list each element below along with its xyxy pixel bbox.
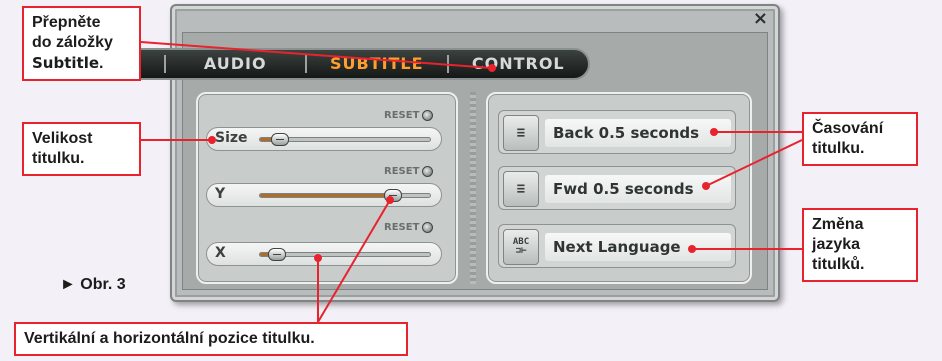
callout-line: Změna <box>812 216 864 233</box>
callout-line: jazyka <box>812 236 861 253</box>
callout-line: Velikost <box>32 130 93 147</box>
callout-line: titulků. <box>812 256 865 273</box>
leader-forward <box>705 139 803 187</box>
leader-tab <box>140 41 493 69</box>
leader-dot <box>688 245 696 253</box>
leader-dot <box>314 254 322 262</box>
callout-language: Změna jazyka titulků. <box>802 208 918 282</box>
callout-line: Časování <box>812 120 884 137</box>
callout-line-tail: . <box>99 55 104 72</box>
leader-dot <box>710 128 718 136</box>
callout-line: Přepněte <box>32 14 101 31</box>
callout-line: Subtitle. <box>32 53 131 74</box>
figure-label: ► Obr. 3 <box>60 276 126 293</box>
callout-line: titulku. <box>32 150 85 167</box>
leader-dot <box>386 196 394 204</box>
leader-dot <box>488 64 496 72</box>
leader-dot <box>702 182 710 190</box>
callout-timing: Časování titulku. <box>802 112 918 166</box>
callout-line: do záložky <box>32 34 113 51</box>
callout-size: Velikost titulku. <box>22 122 141 176</box>
leader-dot <box>208 136 216 144</box>
callout-leaders <box>140 41 803 323</box>
leader-vertical <box>317 199 391 323</box>
figure-canvas: × VIDEO AUDIO SUBTITLE CONTROL RESET Siz… <box>0 0 942 361</box>
callout-line: Vertikální a horizontální pozice titulku… <box>24 330 315 347</box>
callout-emphasis: Subtitle <box>32 54 100 72</box>
callout-switch-tab: Přepněte do záložky Subtitle. <box>22 6 141 81</box>
callout-position: Vertikální a horizontální pozice titulku… <box>14 322 408 356</box>
callout-line: titulku. <box>812 140 865 157</box>
